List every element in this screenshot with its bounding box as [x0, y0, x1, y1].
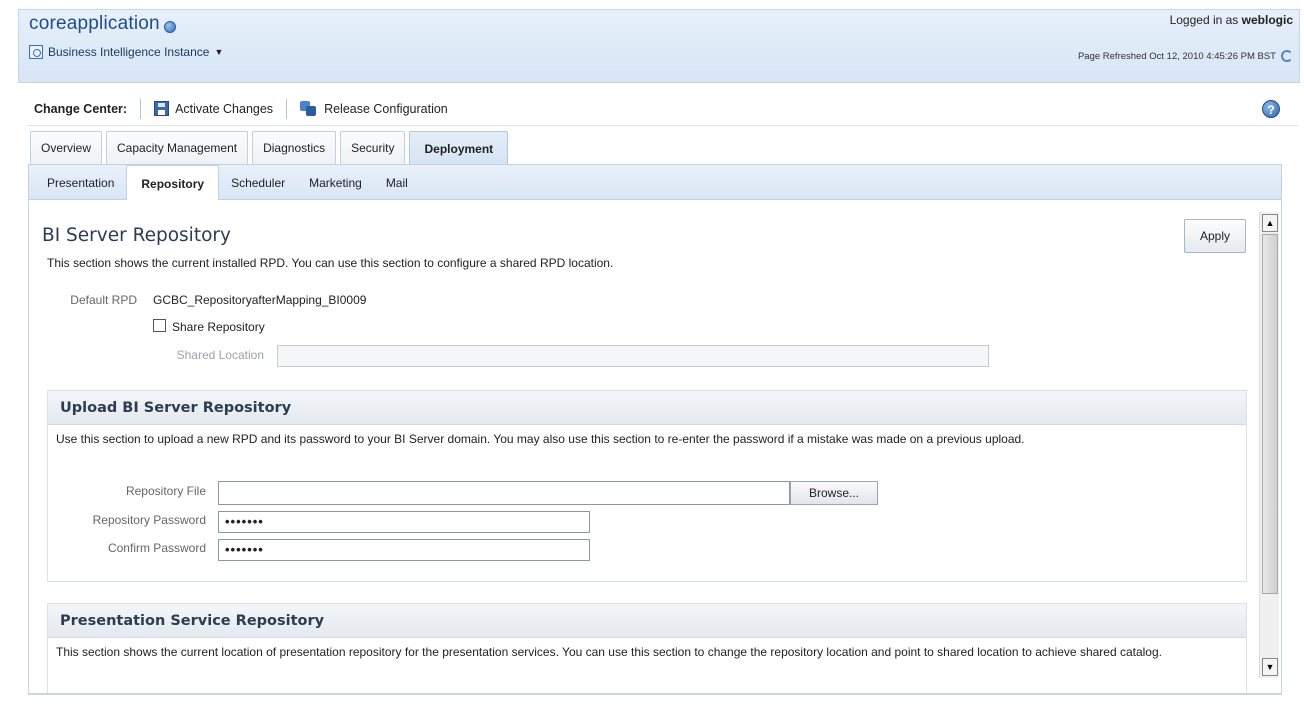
target-info-icon[interactable] — [163, 20, 176, 33]
page-refreshed-text: Page Refreshed Oct 12, 2010 4:45:26 PM B… — [1077, 50, 1276, 62]
scroll-up-arrow-icon[interactable]: ▲ — [1262, 214, 1278, 232]
repository-content: BI Server Repository This section shows … — [28, 200, 1282, 694]
subtab-presentation[interactable]: Presentation — [35, 165, 126, 201]
app-title-area: coreapplication — [29, 13, 176, 35]
divider — [140, 98, 142, 119]
chevron-down-icon: ▼ — [214, 47, 224, 57]
tab-security[interactable]: Security — [340, 131, 406, 164]
release-configuration-button[interactable]: Release Configuration — [300, 100, 448, 117]
bi-instance-icon — [29, 45, 43, 59]
instance-menu[interactable]: Business Intelligence Instance ▼ — [29, 45, 223, 59]
repository-file-label: Repository File — [125, 484, 206, 498]
repository-password-label: Repository Password — [92, 513, 206, 527]
confirm-password-input[interactable]: ••••••• — [218, 539, 590, 561]
release-icon — [300, 100, 318, 117]
activate-changes-button[interactable]: Activate Changes — [154, 101, 273, 116]
default-rpd-value: GCBC_RepositoryafterMapping_BI0009 — [153, 293, 367, 307]
change-center-label: Change Center: — [34, 101, 128, 116]
upload-bi-server-repository-section: Upload BI Server Repository Use this sec… — [47, 390, 1247, 582]
section-title: BI Server Repository — [42, 225, 231, 246]
subtab-marketing[interactable]: Marketing — [297, 165, 374, 201]
repository-password-input[interactable]: ••••••• — [218, 511, 590, 533]
divider — [286, 98, 288, 119]
page-header: coreapplication Business Intelligence In… — [18, 9, 1300, 83]
share-repository-checkbox[interactable] — [153, 319, 166, 332]
subtab-repository[interactable]: Repository — [126, 165, 220, 202]
app-title: coreapplication — [29, 13, 160, 34]
scrollbar-thumb[interactable] — [1262, 234, 1278, 594]
scroll-down-arrow-icon[interactable]: ▼ — [1262, 658, 1278, 676]
login-prefix: Logged in as — [1169, 13, 1239, 27]
instance-menu-label: Business Intelligence Instance — [48, 45, 210, 59]
presentation-section-title: Presentation Service Repository — [48, 604, 1246, 638]
help-icon[interactable]: ? — [1262, 100, 1280, 118]
section-description: This section shows the current installed… — [47, 256, 614, 270]
tab-overview[interactable]: Overview — [30, 131, 103, 164]
release-configuration-label: Release Configuration — [324, 101, 448, 116]
save-icon — [154, 101, 170, 116]
default-rpd-label: Default RPD — [70, 293, 137, 307]
vertical-scrollbar[interactable]: ▲ ▼ — [1259, 212, 1279, 678]
browse-button[interactable]: Browse... — [790, 481, 878, 505]
confirm-password-label: Confirm Password — [107, 541, 206, 555]
share-repository-label: Share Repository — [172, 320, 265, 334]
change-center-bar: Change Center: Activate Changes Release … — [28, 92, 1298, 126]
presentation-section-description: This section shows the current location … — [56, 645, 1162, 659]
tab-deployment[interactable]: Deployment — [409, 131, 509, 165]
repository-file-input[interactable] — [218, 481, 790, 505]
activate-changes-label: Activate Changes — [175, 101, 274, 116]
subtab-mail[interactable]: Mail — [374, 165, 420, 201]
shared-location-input[interactable] — [277, 345, 989, 367]
login-user: weblogic — [1241, 13, 1293, 27]
refresh-icon[interactable] — [1281, 50, 1293, 62]
upload-section-title: Upload BI Server Repository — [48, 391, 1246, 425]
content-bottom-border — [28, 694, 1282, 695]
tab-capacity-management[interactable]: Capacity Management — [106, 131, 249, 164]
upload-section-description: Use this section to upload a new RPD and… — [56, 432, 1025, 446]
sub-tabs: Presentation Repository Scheduler Market… — [35, 165, 420, 202]
tab-diagnostics[interactable]: Diagnostics — [252, 131, 337, 164]
main-tabs: Overview Capacity Management Diagnostics… — [30, 131, 509, 165]
login-status: Logged in as weblogic — [1170, 13, 1293, 27]
presentation-service-repository-section: Presentation Service Repository This sec… — [47, 603, 1247, 693]
sub-tabs-bar: Presentation Repository Scheduler Market… — [28, 164, 1282, 202]
shared-location-label: Shared Location — [176, 348, 264, 362]
apply-button[interactable]: Apply — [1184, 219, 1246, 253]
page-refreshed: Page Refreshed Oct 12, 2010 4:45:26 PM B… — [1078, 50, 1293, 62]
subtab-scheduler[interactable]: Scheduler — [219, 165, 297, 201]
